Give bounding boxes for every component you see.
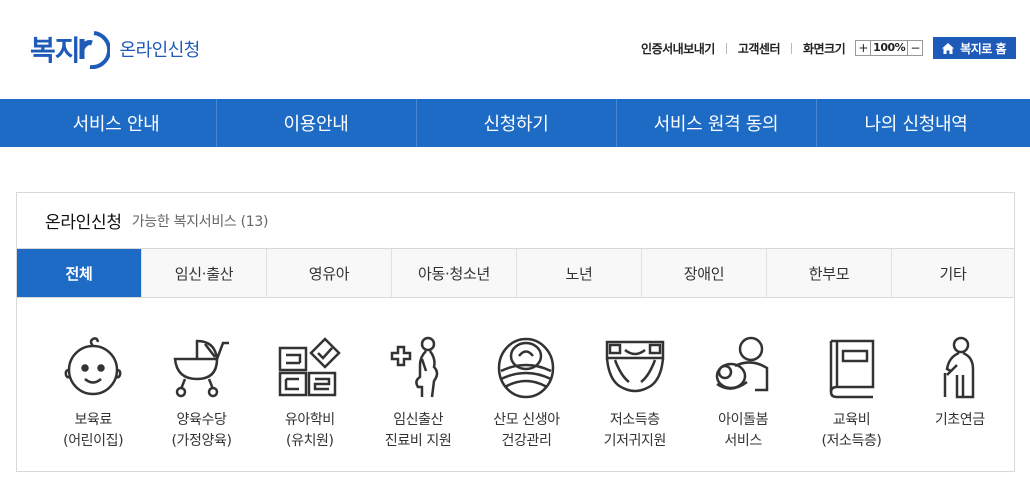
service-name-line2: 서비스: [724, 433, 762, 449]
utility-bar: 인증서내보내기 고객센터 화면크기 + 100% − 복지로 홈: [641, 37, 1016, 59]
tab-single-parent[interactable]: 한부모: [767, 249, 892, 297]
service-name: 유아학비 (유치원): [285, 410, 335, 452]
service-item-diaper-support[interactable]: 저소득층기저귀지원: [581, 332, 689, 452]
service-name-line2: (어린이집): [63, 433, 124, 449]
service-name: 기초연금: [935, 410, 985, 431]
service-item-newborn-care[interactable]: 산모 신생아건강관리: [472, 332, 580, 452]
nav-service-info[interactable]: 서비스 안내: [16, 99, 216, 147]
logo[interactable]: 복지 온라인신청: [30, 27, 200, 71]
zoom-label: 화면크기: [803, 41, 846, 56]
service-name-line1: 보육료: [74, 412, 112, 428]
divider: [791, 42, 792, 54]
service-name-line1: 교육비: [832, 412, 871, 428]
logo-mark-text: 복지: [30, 34, 81, 67]
service-list: 보육료 (어린이집) 양육수당 (가정양육) 유아학비 (유치원) 임신출산 진…: [17, 298, 1014, 452]
service-item-basic-pension[interactable]: 기초연금: [906, 332, 1014, 452]
zoom-in-button[interactable]: +: [855, 40, 872, 56]
tab-all[interactable]: 전체: [17, 249, 142, 297]
panel-subtitle: 가능한 복지서비스 (13): [131, 213, 269, 230]
service-name-line2: (저소득층): [821, 433, 882, 449]
service-name-line1: 임신출산: [393, 412, 444, 428]
service-name-line2: 기저귀지원: [603, 433, 667, 449]
nav-remote-consent[interactable]: 서비스 원격 동의: [616, 99, 816, 147]
service-item-education-cost[interactable]: 교육비 (저소득층): [797, 332, 905, 452]
childcare-icon: [708, 332, 778, 402]
service-item-pregnancy-medical[interactable]: 임신출산진료비 지원: [364, 332, 472, 452]
customer-center-link[interactable]: 고객센터: [738, 40, 781, 57]
service-name-line2: (가정양육): [171, 433, 232, 449]
logo-swoosh-icon: [79, 31, 110, 69]
service-name-line1: 산모 신생아: [493, 412, 560, 428]
zoom-control: 화면크기 + 100% −: [803, 40, 924, 57]
service-item-childcare-fee[interactable]: 보육료 (어린이집): [39, 332, 147, 452]
nav-my-applications[interactable]: 나의 신청내역: [816, 99, 1016, 147]
book-icon: [816, 332, 886, 402]
baby-face-icon: [58, 332, 128, 402]
service-name-line2: 진료비 지원: [384, 433, 452, 449]
tab-pregnancy[interactable]: 임신·출산: [142, 249, 267, 297]
service-name-line2: (유치원): [286, 433, 334, 449]
home-button-label: 복지로 홈: [960, 41, 1006, 56]
service-name: 산모 신생아건강관리: [493, 410, 560, 452]
main-nav: 서비스 안내 이용안내 신청하기 서비스 원격 동의 나의 신청내역: [0, 99, 1030, 147]
service-name-line1: 유아학비: [284, 412, 335, 428]
tab-etc[interactable]: 기타: [892, 249, 1014, 297]
zoom-value: 100%: [871, 40, 908, 56]
header: 복지 온라인신청 인증서내보내기 고객센터 화면크기 + 100% − 복지로 …: [0, 0, 1030, 99]
service-name: 교육비 (저소득층): [821, 410, 881, 452]
service-name-line1: 저소득층: [609, 412, 660, 428]
service-name: 아이돌봄서비스: [718, 410, 768, 452]
service-name: 저소득층기저귀지원: [603, 410, 667, 452]
online-application-panel: 온라인신청 가능한 복지서비스 (13) 전체 임신·출산 영유아 아동·청소년…: [16, 192, 1015, 472]
service-name-line1: 기초연금: [934, 412, 985, 428]
category-tabs: 전체 임신·출산 영유아 아동·청소년 노년 장애인 한부모 기타: [17, 249, 1014, 298]
pregnant-woman-icon: [383, 332, 453, 402]
newborn-icon: [491, 332, 561, 402]
tab-child-youth[interactable]: 아동·청소년: [392, 249, 517, 297]
service-item-parenting-allowance[interactable]: 양육수당 (가정양육): [147, 332, 255, 452]
cert-export-link[interactable]: 인증서내보내기: [641, 40, 715, 57]
service-name-line1: 양육수당: [176, 412, 227, 428]
service-name-line1: 아이돌봄: [718, 412, 769, 428]
stroller-icon: [166, 332, 236, 402]
divider: [725, 42, 727, 54]
diaper-icon: [600, 332, 670, 402]
tab-infant[interactable]: 영유아: [267, 249, 392, 297]
service-name: 보육료 (어린이집): [63, 410, 123, 452]
elderly-icon: [925, 332, 995, 402]
nav-usage-guide[interactable]: 이용안내: [216, 99, 416, 147]
service-item-kindergarten-fee[interactable]: 유아학비 (유치원): [256, 332, 364, 452]
service-name-line2: 건강관리: [501, 433, 552, 449]
service-item-child-care[interactable]: 아이돌봄서비스: [689, 332, 797, 452]
service-name: 임신출산진료비 지원: [384, 410, 452, 452]
panel-title: 온라인신청: [45, 213, 122, 233]
blocks-icon: [275, 332, 345, 402]
logo-mark: 복지: [30, 29, 110, 69]
tab-elderly[interactable]: 노년: [517, 249, 642, 297]
panel-header: 온라인신청 가능한 복지서비스 (13): [17, 193, 1014, 249]
logo-text: 온라인신청: [119, 40, 201, 61]
home-button[interactable]: 복지로 홈: [933, 37, 1016, 59]
nav-apply[interactable]: 신청하기: [416, 99, 616, 147]
service-name: 양육수당 (가정양육): [171, 410, 231, 452]
home-icon: [942, 42, 955, 54]
zoom-out-button[interactable]: −: [907, 40, 924, 56]
tab-disabled[interactable]: 장애인: [642, 249, 767, 297]
